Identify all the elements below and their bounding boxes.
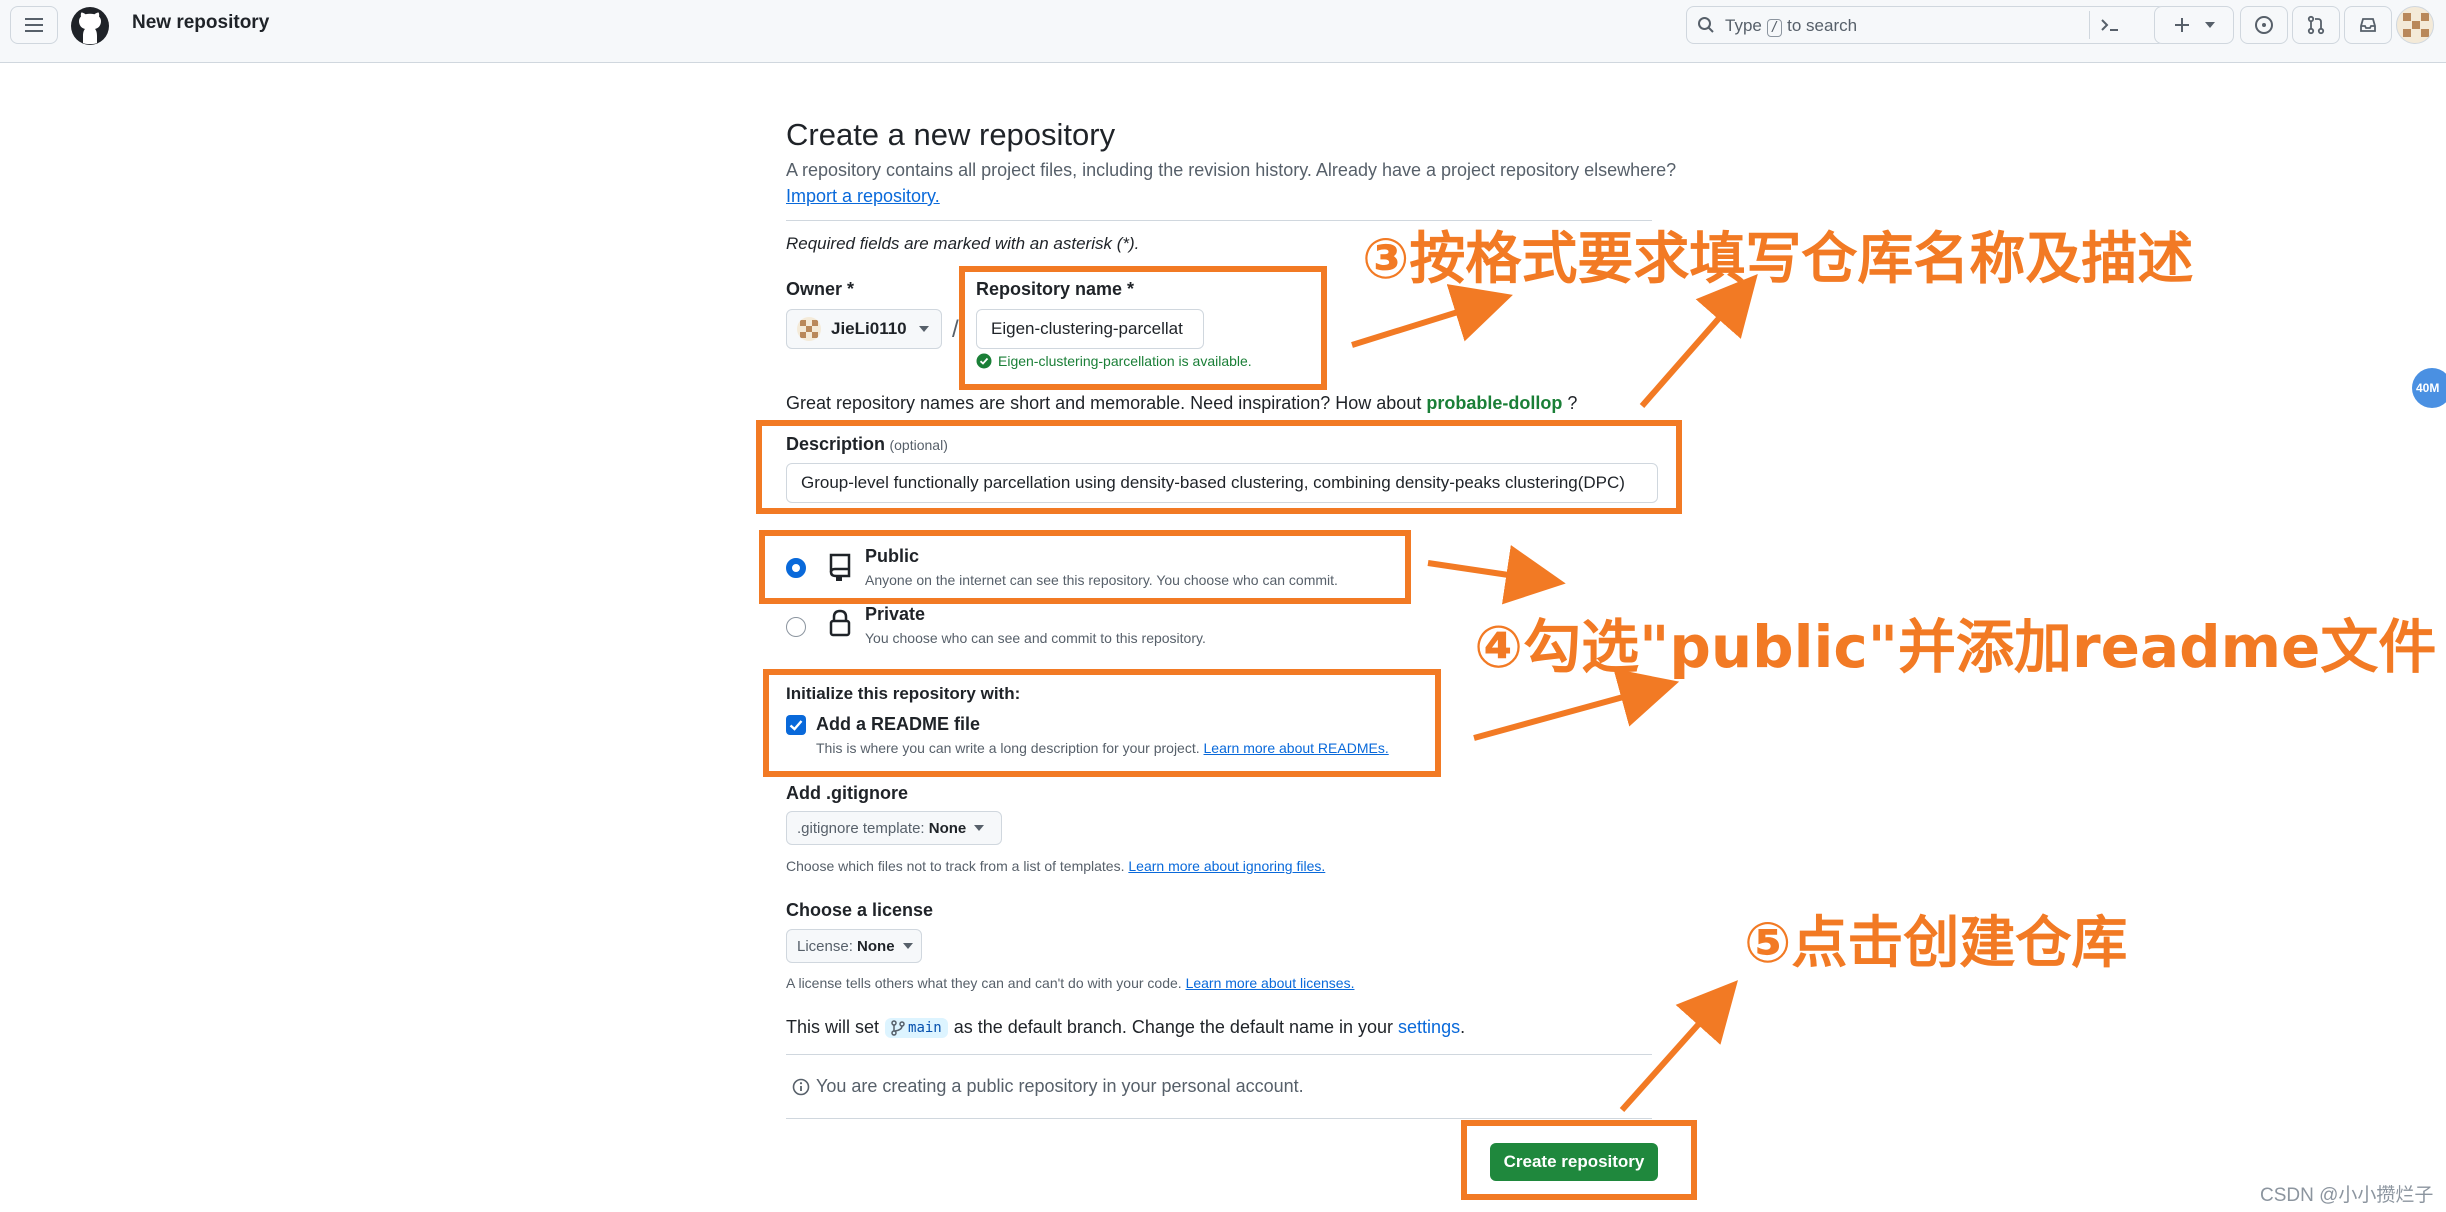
arrow-to-readme xyxy=(1473,668,1680,741)
watermark: CSDN @小小攒烂子 xyxy=(2260,1185,2434,1206)
step5-annotation: ⑤点击创建仓库 xyxy=(1744,911,2128,976)
arrow-to-public xyxy=(1427,545,1566,605)
arrow-to-description xyxy=(1639,273,1758,408)
arrow-to-name xyxy=(1351,284,1513,348)
floating-badge[interactable]: 40M xyxy=(2412,368,2446,408)
step4-annotation: ④勾选"public"并添加readme文件 xyxy=(1474,613,2437,681)
step3-annotation: ③按格式要求填写仓库名称及描述 xyxy=(1362,227,2194,292)
arrow-to-create xyxy=(1619,980,1738,1112)
